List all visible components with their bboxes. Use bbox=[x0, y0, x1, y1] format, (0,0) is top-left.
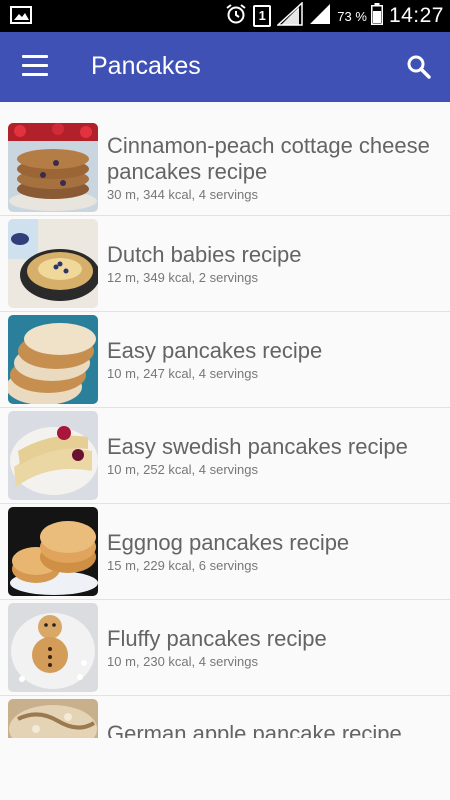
list-item[interactable]: Eggnog pancakes recipe 15 m, 229 kcal, 6… bbox=[0, 504, 450, 600]
easy-pancakes-image bbox=[8, 315, 98, 404]
recipe-meta: 15 m, 229 kcal, 6 servings bbox=[107, 558, 259, 573]
list-item[interactable]: Easy pancakes recipe 10 m, 247 kcal, 4 s… bbox=[0, 312, 450, 408]
recipe-title: Cinnamon-peach cottage cheese pancakes r… bbox=[107, 133, 430, 184]
clock: 14:27 bbox=[388, 4, 444, 27]
recipe-title: Easy pancakes recipe bbox=[107, 338, 323, 363]
recipe-list[interactable]: Cinnamon-peach cottage cheese pancakes r… bbox=[0, 120, 450, 738]
eggnog-pancakes-image bbox=[8, 507, 98, 596]
gallery-notification-icon bbox=[10, 6, 32, 29]
recipe-meta: 10 m, 230 kcal, 4 servings bbox=[107, 654, 259, 669]
search-icon[interactable] bbox=[406, 54, 432, 80]
recipe-meta: 10 m, 247 kcal, 4 servings bbox=[107, 366, 259, 381]
sim-slot-number: 1 bbox=[258, 8, 266, 23]
hamburger-menu-icon[interactable] bbox=[22, 55, 48, 77]
recipe-title: Eggnog pancakes recipe bbox=[107, 530, 350, 555]
recipe-meta: 30 m, 344 kcal, 4 servings bbox=[107, 187, 259, 202]
app-bar: Pancakes bbox=[0, 32, 450, 102]
recipe-title: German apple pancake recipe bbox=[107, 721, 402, 738]
fluffy-pancakes-image bbox=[8, 603, 98, 692]
status-bar: 1 73 % 14:27 bbox=[0, 0, 450, 32]
alarm-icon bbox=[225, 3, 247, 30]
dutch-baby-image bbox=[8, 219, 98, 308]
page-title: Pancakes bbox=[91, 52, 201, 80]
swedish-pancakes-image bbox=[8, 411, 98, 500]
recipe-title: Easy swedish pancakes recipe bbox=[107, 434, 408, 459]
battery-icon bbox=[370, 2, 383, 30]
battery-percent: 73 % bbox=[337, 8, 367, 24]
sim-slot-icon: 1 bbox=[253, 5, 272, 27]
recipe-meta: 10 m, 252 kcal, 4 servings bbox=[107, 462, 259, 477]
german-apple-pancake-image bbox=[8, 699, 98, 738]
recipe-title: Fluffy pancakes recipe bbox=[107, 626, 327, 651]
recipe-title: Dutch babies recipe bbox=[107, 242, 302, 267]
list-item[interactable]: Cinnamon-peach cottage cheese pancakes r… bbox=[0, 120, 450, 216]
list-item[interactable]: German apple pancake recipe bbox=[0, 696, 450, 738]
recipe-meta: 12 m, 349 kcal, 2 servings bbox=[107, 270, 259, 285]
list-item[interactable]: Fluffy pancakes recipe 10 m, 230 kcal, 4… bbox=[0, 600, 450, 696]
pancake-stack-image bbox=[8, 123, 98, 212]
list-item[interactable]: Easy swedish pancakes recipe 10 m, 252 k… bbox=[0, 408, 450, 504]
list-item[interactable]: Dutch babies recipe 12 m, 349 kcal, 2 se… bbox=[0, 216, 450, 312]
signal-strength-icon bbox=[276, 0, 304, 31]
signal-strength-secondary-icon bbox=[309, 3, 331, 30]
